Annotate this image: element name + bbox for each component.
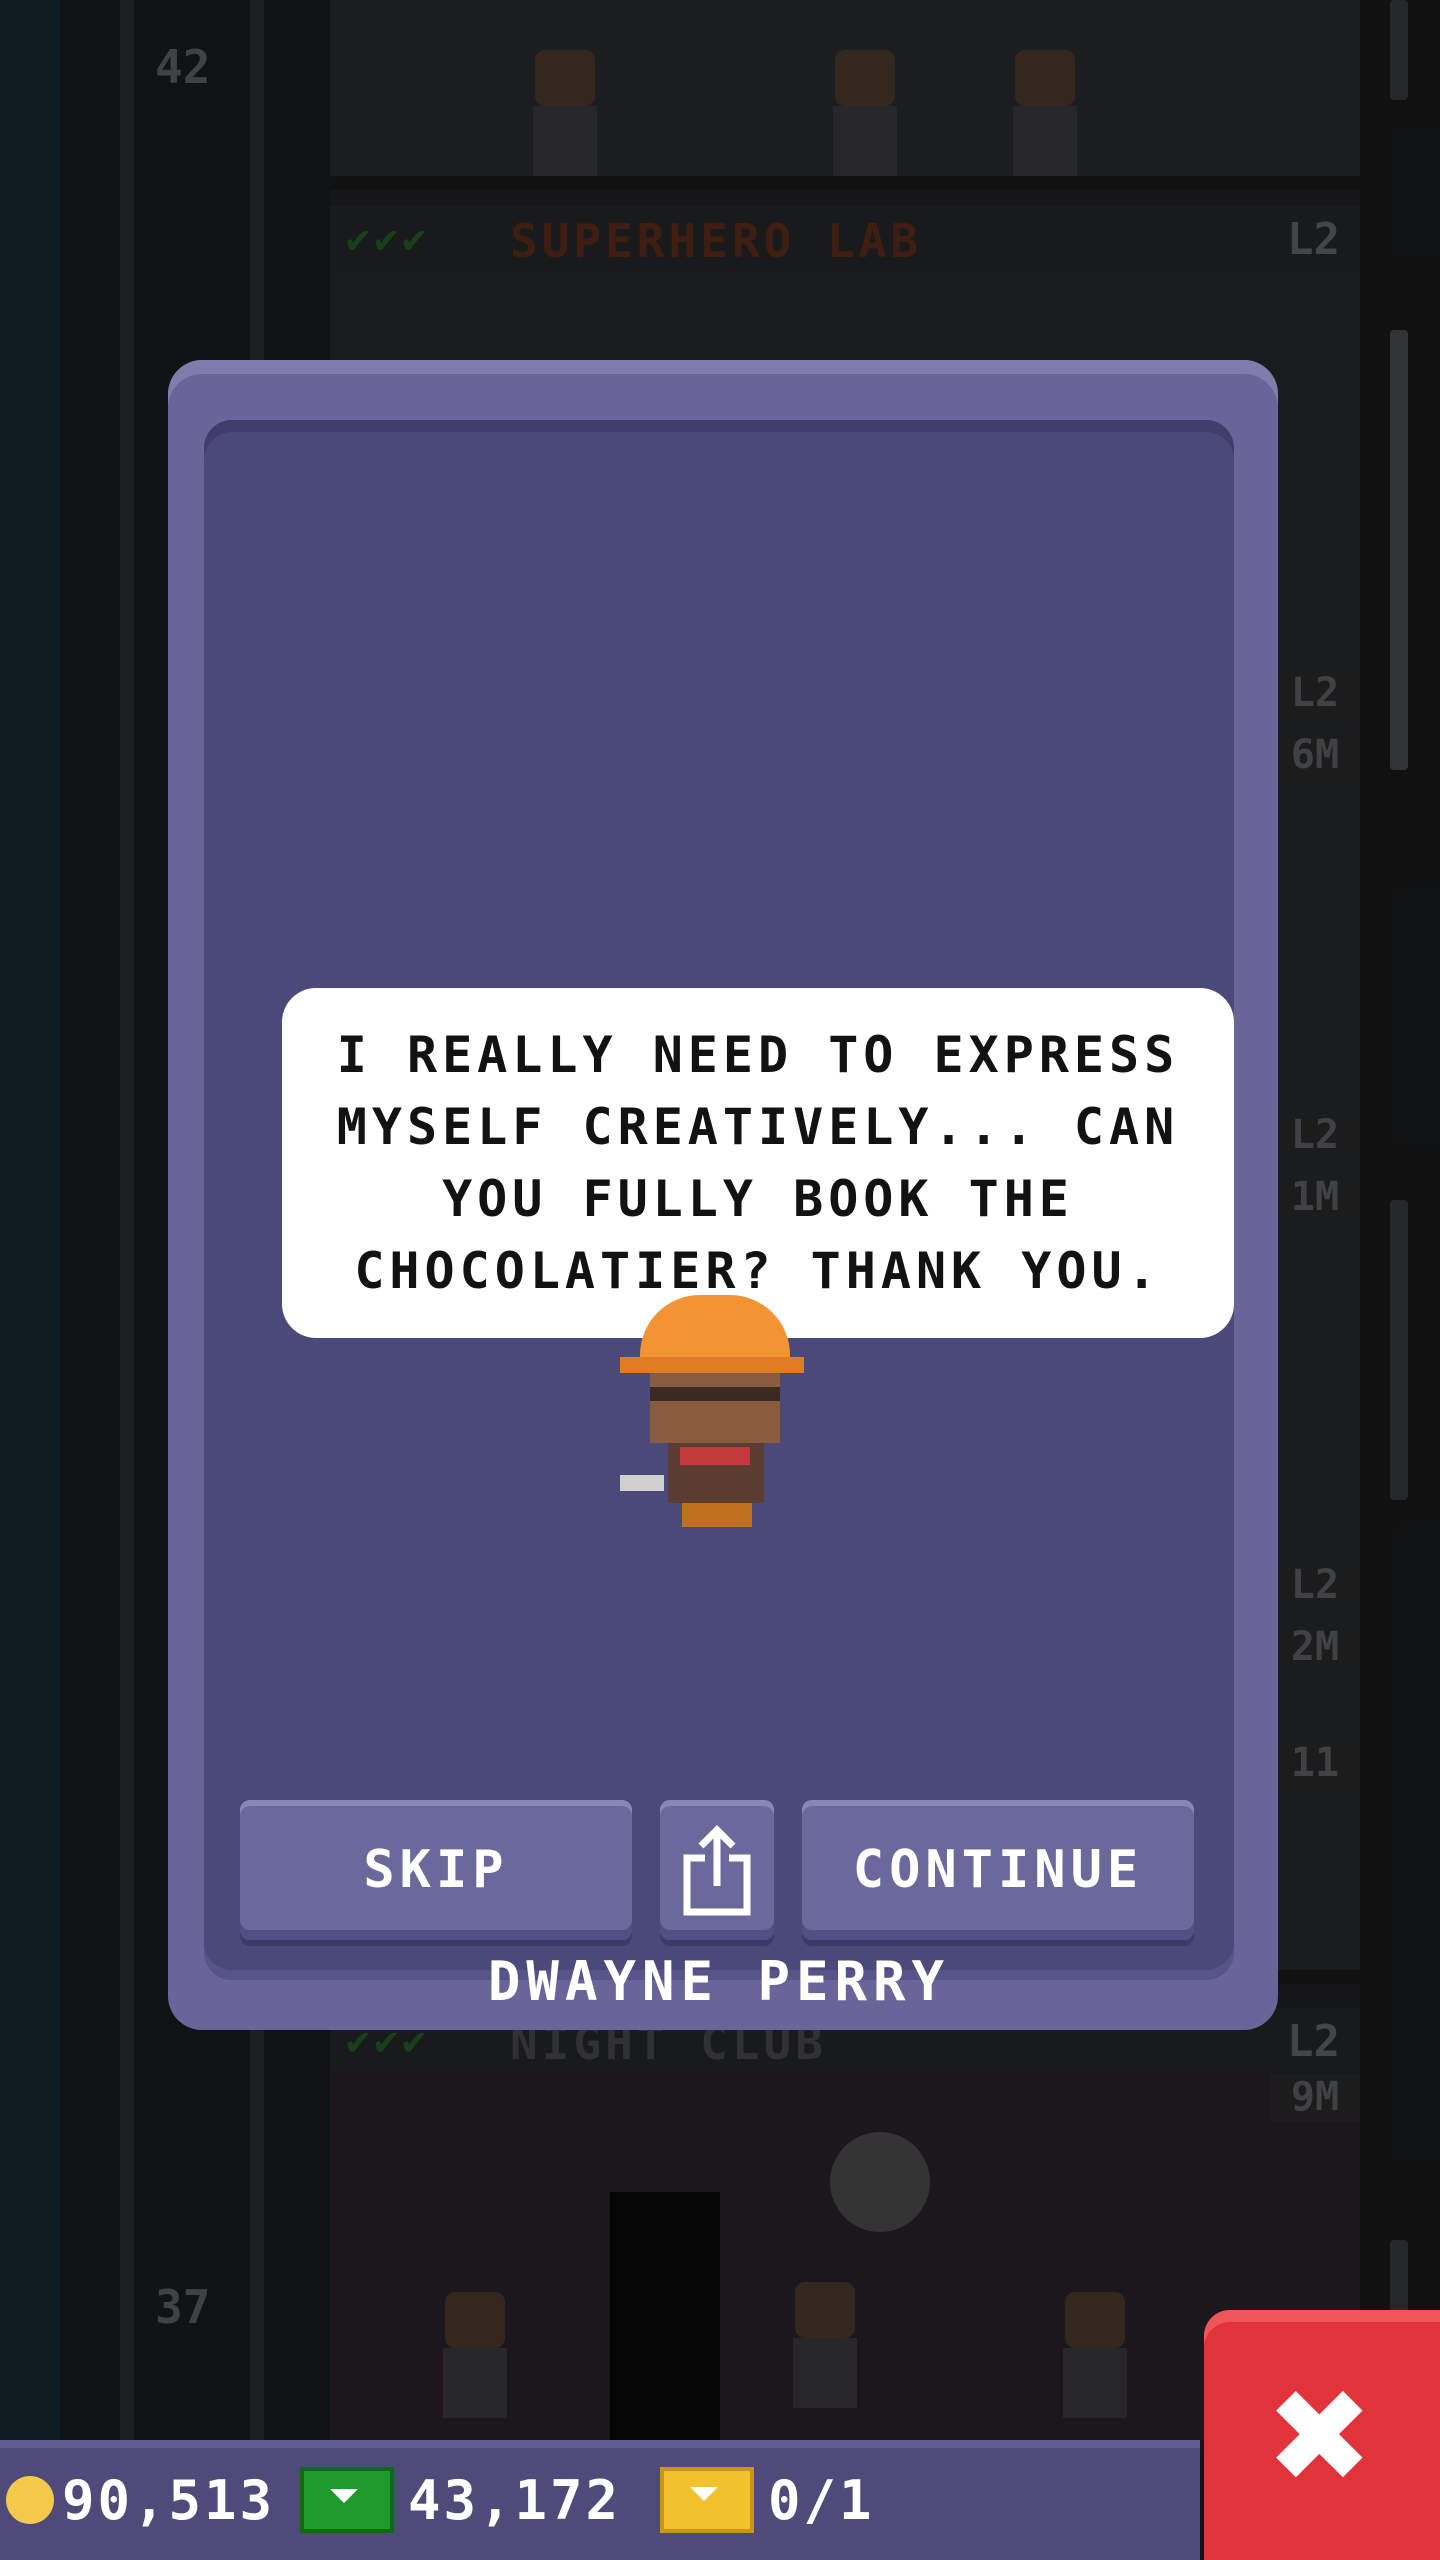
character-avatar	[620, 1295, 810, 1535]
dialog-panel: I REALLY NEED TO EXPRESS MYSELF CREATIVE…	[204, 420, 1234, 2013]
bux-counter[interactable]: 43,172	[300, 2464, 621, 2536]
coin-icon	[6, 2476, 54, 2524]
share-icon	[683, 1825, 751, 1916]
close-icon: ✖	[1270, 2336, 1374, 2534]
coins-counter[interactable]: 90,513	[6, 2464, 275, 2536]
bux-value: 43,172	[408, 2468, 622, 2532]
tickets-counter[interactable]: 0/1	[660, 2464, 875, 2536]
currency-bar: 90,513 43,172 0/1	[0, 2440, 1200, 2560]
share-button[interactable]	[660, 1800, 774, 1940]
coins-value: 90,513	[62, 2468, 276, 2532]
ticket-icon	[660, 2467, 754, 2533]
speech-bubble: I REALLY NEED TO EXPRESS MYSELF CREATIVE…	[282, 988, 1234, 1338]
tickets-value: 0/1	[768, 2468, 875, 2532]
continue-button[interactable]: CONTINUE	[802, 1800, 1194, 1940]
close-button[interactable]: ✖	[1204, 2310, 1440, 2560]
hard-hat-icon	[640, 1295, 790, 1365]
wrench-icon	[620, 1475, 664, 1491]
dialog-frame: I REALLY NEED TO EXPRESS MYSELF CREATIVE…	[168, 360, 1278, 2030]
bux-icon	[300, 2467, 394, 2533]
character-name: DWAYNE PERRY	[487, 1950, 951, 2013]
dialog-message: I REALLY NEED TO EXPRESS MYSELF CREATIVE…	[336, 1026, 1180, 1300]
skip-button[interactable]: SKIP	[240, 1800, 632, 1940]
